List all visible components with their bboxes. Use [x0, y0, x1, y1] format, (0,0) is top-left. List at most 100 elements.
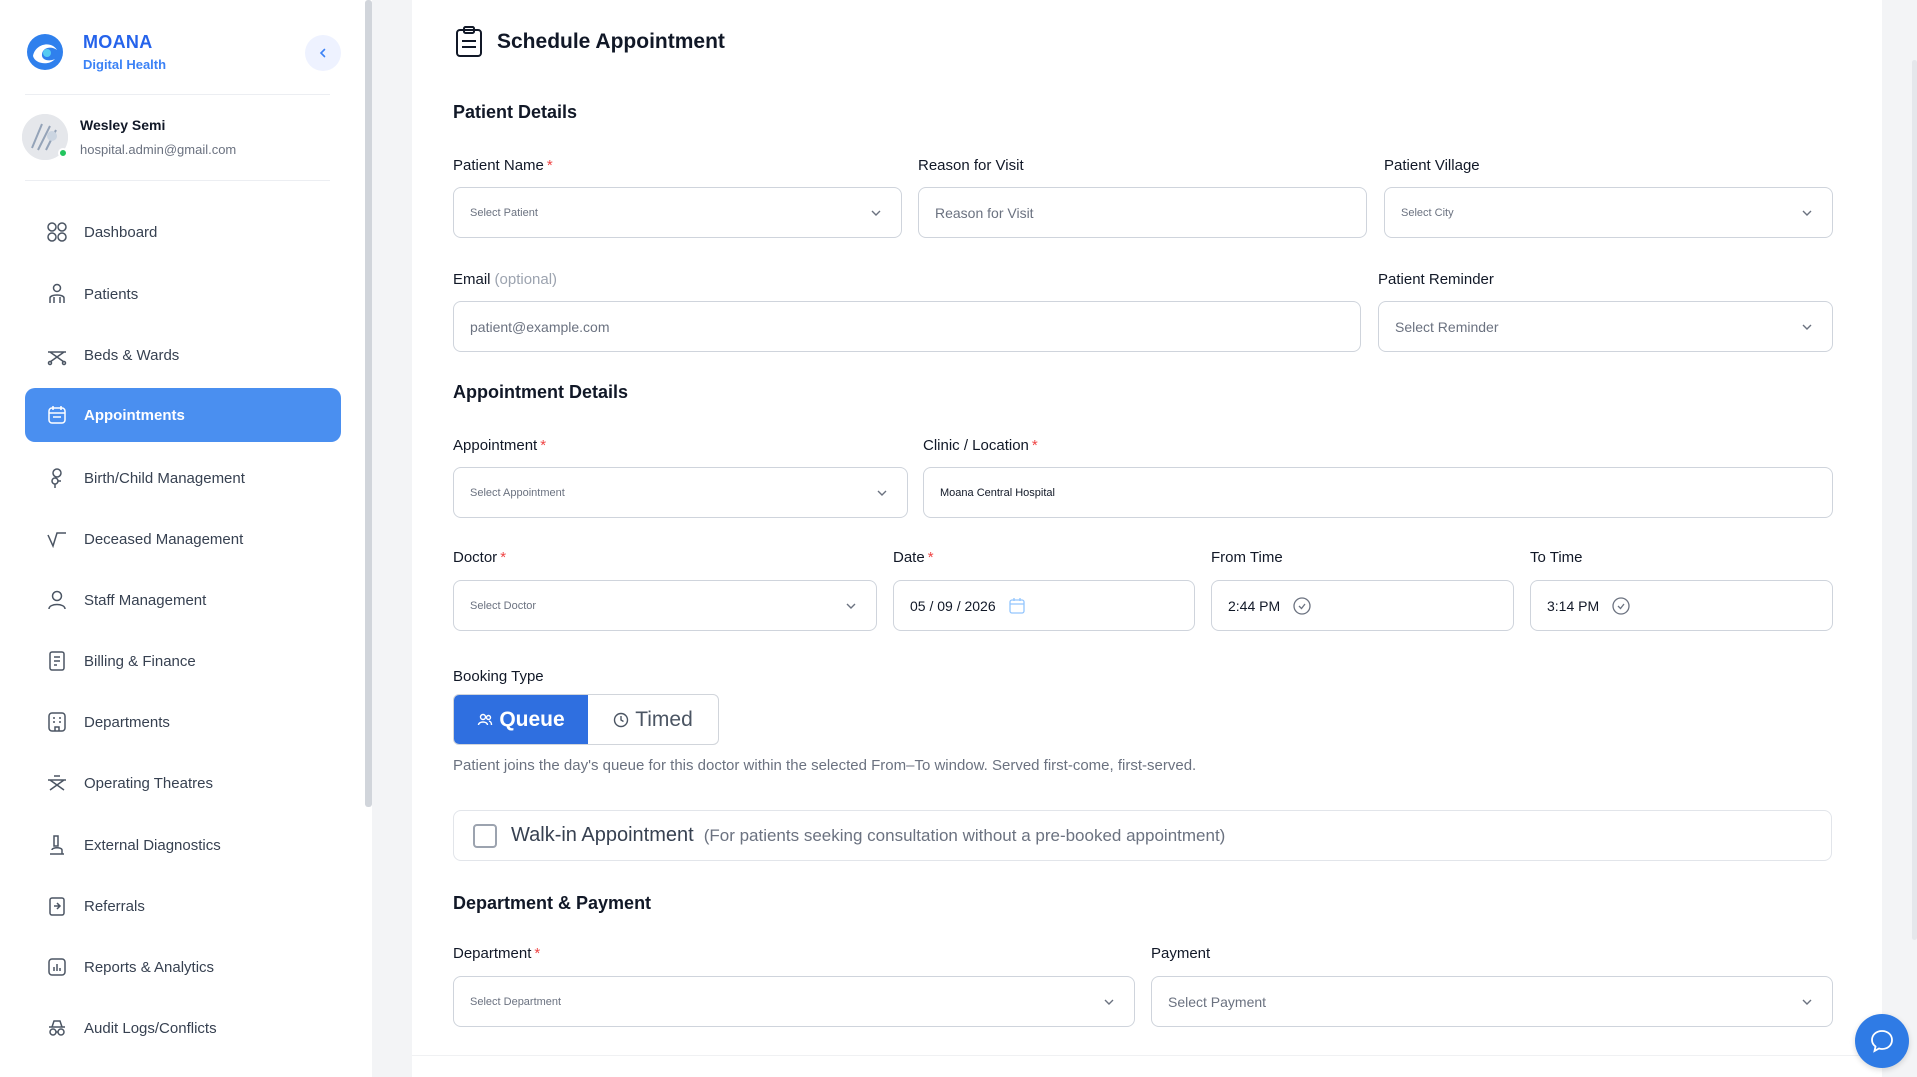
sidebar-item-audit-logs[interactable]: Audit Logs/Conflicts — [25, 1001, 341, 1055]
moana-logo-icon — [27, 34, 63, 70]
spy-icon — [45, 1016, 69, 1040]
chevron-down-icon — [846, 603, 856, 609]
department-placeholder: Select Department — [470, 995, 562, 1008]
chevron-down-icon — [1104, 999, 1114, 1005]
sidebar-item-patients[interactable]: Patients — [25, 267, 341, 321]
page-scrollbar[interactable] — [1912, 60, 1917, 940]
sidebar-item-label: Dashboard — [84, 223, 158, 241]
booking-queue-button[interactable]: Queue — [454, 695, 588, 744]
walkin-description: (For patients seeking consultation witho… — [703, 825, 1226, 845]
card-bottom — [412, 1055, 1882, 1077]
sidebar-item-label: Referrals — [84, 897, 145, 915]
email-input[interactable]: patient@example.com — [453, 301, 1361, 352]
sidebar-item-staff[interactable]: Staff Management — [25, 573, 341, 627]
payment-select[interactable]: Select Payment — [1151, 976, 1833, 1027]
sidebar-item-label: Birth/Child Management — [84, 469, 245, 487]
user-icon — [45, 588, 69, 612]
sidebar-scrollbar[interactable] — [365, 0, 372, 807]
referral-icon — [45, 894, 69, 918]
online-status-dot — [58, 148, 68, 158]
brand-name: MOANA — [83, 32, 153, 52]
sidebar-item-deceased[interactable]: Deceased Management — [25, 512, 341, 566]
email-label: Email (optional) — [453, 271, 558, 288]
patient-name-placeholder: Select Patient — [470, 206, 538, 219]
sidebar: MOANA Digital Health Wesley Semi hospita… — [0, 0, 366, 1077]
booking-type-label: Booking Type — [453, 668, 544, 685]
appointment-placeholder: Select Appointment — [470, 486, 565, 499]
chevron-down-icon — [1802, 210, 1812, 216]
sidebar-item-referrals[interactable]: Referrals — [25, 879, 341, 933]
booking-timed-button[interactable]: Timed — [588, 695, 718, 744]
divider — [25, 94, 330, 95]
user-email: hospital.admin@gmail.com — [80, 142, 237, 157]
to-time-input[interactable]: 3:14 PM — [1530, 580, 1833, 631]
collapse-sidebar-button[interactable] — [305, 35, 341, 71]
reason-label: Reason for Visit — [918, 157, 1024, 174]
chat-icon — [1871, 1030, 1893, 1053]
user-profile[interactable]: Wesley Semi hospital.admin@gmail.com — [22, 114, 236, 160]
clock-icon[interactable] — [1611, 596, 1631, 616]
village-placeholder: Select City — [1401, 206, 1454, 219]
date-value: 05 / 09 / 2026 — [910, 597, 996, 614]
email-placeholder: patient@example.com — [470, 318, 610, 335]
reminder-select[interactable]: Select Reminder — [1378, 301, 1833, 352]
section-title-department-payment: Department & Payment — [453, 893, 652, 913]
sidebar-item-beds-wards[interactable]: Beds & Wards — [25, 328, 341, 382]
village-select[interactable]: Select City — [1384, 187, 1833, 238]
reminder-placeholder: Select Reminder — [1395, 318, 1499, 335]
chart-icon — [45, 955, 69, 979]
appointment-select[interactable]: Select Appointment — [453, 467, 908, 518]
village-label: Patient Village — [1384, 157, 1480, 174]
clipboard-icon — [456, 26, 482, 57]
brand: MOANA Digital Health — [25, 32, 166, 72]
reason-placeholder: Reason for Visit — [935, 204, 1034, 221]
booking-type-toggle: Queue Timed — [453, 694, 719, 745]
clinic-value: Moana Central Hospital — [940, 486, 1055, 499]
invoice-icon — [45, 649, 69, 673]
booking-timed-label: Timed — [635, 707, 693, 731]
sidebar-item-label: Operating Theatres — [84, 774, 213, 792]
pulse-icon — [45, 527, 69, 551]
sidebar-item-label: Beds & Wards — [84, 346, 180, 364]
chevron-down-icon — [877, 490, 887, 496]
from-time-input[interactable]: 2:44 PM — [1211, 580, 1514, 631]
date-label: Date * — [893, 549, 934, 566]
users-icon — [477, 712, 493, 728]
clinic-input[interactable]: Moana Central Hospital — [923, 467, 1833, 518]
chat-button[interactable] — [1855, 1014, 1909, 1068]
sidebar-item-departments[interactable]: Departments — [25, 695, 341, 749]
doctor-placeholder: Select Doctor — [470, 599, 537, 612]
building-icon — [45, 710, 69, 734]
calendar-picker-icon[interactable] — [1008, 597, 1026, 615]
reason-input[interactable]: Reason for Visit — [918, 187, 1367, 238]
sidebar-item-billing[interactable]: Billing & Finance — [25, 634, 341, 688]
sidebar-item-reports[interactable]: Reports & Analytics — [25, 940, 341, 994]
sidebar-item-operating-theatres[interactable]: Operating Theatres — [25, 756, 341, 810]
department-label: Department * — [453, 945, 541, 962]
sidebar-item-label: Reports & Analytics — [84, 958, 215, 976]
page-header: Schedule Appointment — [455, 26, 725, 58]
section-title-patient-details: Patient Details — [453, 102, 578, 122]
sidebar-item-dashboard[interactable]: Dashboard — [25, 205, 341, 259]
avatar — [22, 114, 68, 160]
walkin-checkbox[interactable] — [473, 823, 497, 848]
clock-icon[interactable] — [1292, 596, 1312, 616]
calendar-icon — [45, 403, 69, 427]
grid-icon — [45, 220, 69, 244]
sidebar-item-label: Patients — [84, 285, 139, 303]
department-select[interactable]: Select Department — [453, 976, 1135, 1027]
clinic-label: Clinic / Location * — [923, 437, 1038, 454]
page-title: Schedule Appointment — [497, 30, 725, 53]
walkin-row[interactable]: Walk-in Appointment (For patients seekin… — [453, 810, 1832, 861]
chevron-down-icon — [1802, 999, 1812, 1005]
sidebar-item-birth-child[interactable]: Birth/Child Management — [25, 451, 341, 505]
date-input[interactable]: 05 / 09 / 2026 — [893, 580, 1195, 631]
sidebar-item-appointments[interactable]: Appointments — [25, 388, 341, 442]
section-title-appointment-details: Appointment Details — [453, 382, 629, 402]
sidebar-item-external-diagnostics[interactable]: External Diagnostics — [25, 818, 341, 872]
doctor-select[interactable]: Select Doctor — [453, 580, 877, 631]
payment-label: Payment — [1151, 945, 1211, 962]
sidebar-item-label: Appointments — [84, 406, 185, 424]
doctor-label: Doctor * — [453, 549, 507, 566]
patient-name-select[interactable]: Select Patient — [453, 187, 902, 238]
